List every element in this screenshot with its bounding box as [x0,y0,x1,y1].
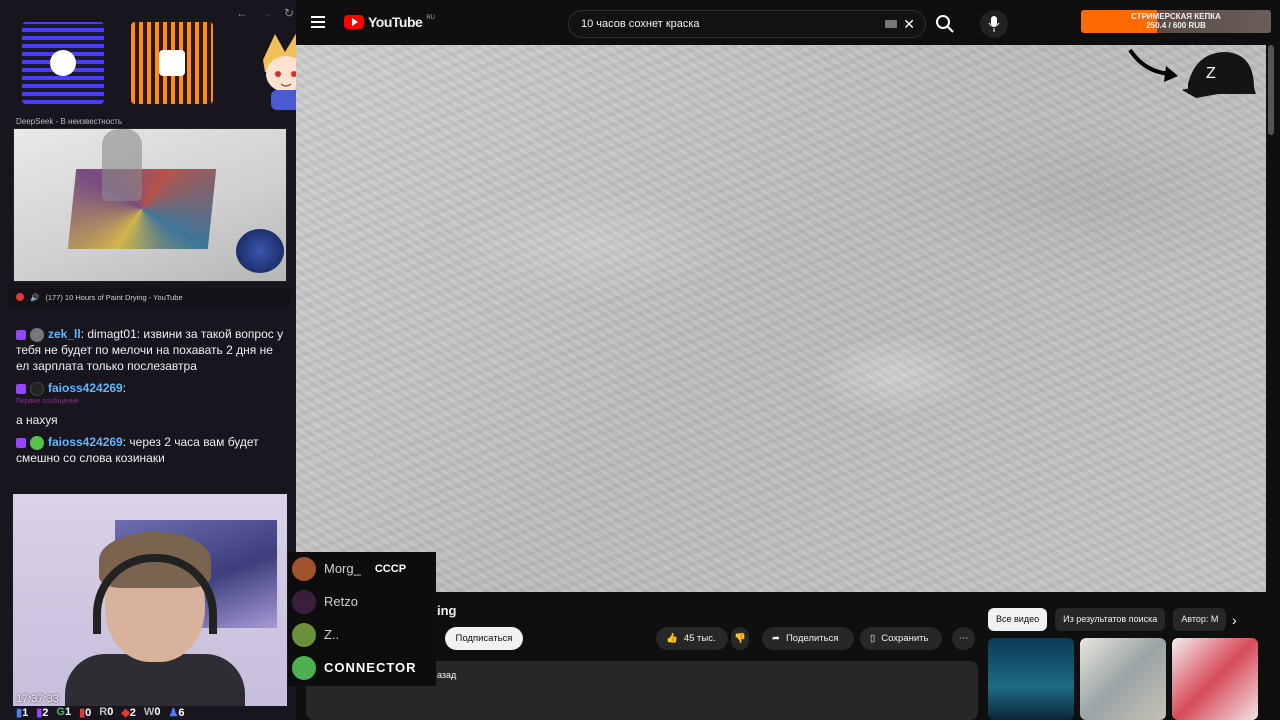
stat-item: G1 [56,706,72,718]
viewer-name: Z.. [324,627,340,642]
sub-badge-icon [16,329,26,340]
search-icon[interactable] [934,13,956,35]
viewer-item: Z.. [288,618,436,651]
stat-item: ◆2 [121,707,136,719]
stat-item: ▮0 [79,707,92,719]
thumbs-down-icon: 👎 [734,633,746,644]
region-code: RU [426,15,435,21]
recommended-videos [988,638,1258,720]
donation-goal-title: СТРИМЕРСКАЯ КЕПКА [1131,12,1221,21]
youtube-header: YouTube RU 10 часов сохнет краска ✕ СТРИ… [296,0,1280,46]
back-arrow-icon[interactable]: ← [236,6,248,20]
carpet-video-feed [13,128,287,282]
recommendation-filter-chips: Все видео Из результатов поиска Автор: M [988,608,1227,631]
viewer-name: Retzo [324,594,358,609]
sub-badge-icon [16,437,26,448]
menu-icon[interactable] [311,16,325,28]
donation-goal-amount: 250.4 / 600 RUB [1146,21,1206,30]
description-text: азад [437,670,457,680]
video-thumbnail[interactable] [1172,638,1258,720]
like-button[interactable]: 👍 45 тыс. [656,627,728,650]
youtube-icon [16,293,24,301]
viewer-tag: CCCP [374,562,407,575]
microphone-icon[interactable] [980,10,1008,38]
cap-overlay-icon: Z [1128,48,1256,98]
youtube-play-icon [344,15,364,29]
logo-text: YouTube [368,14,423,30]
forward-arrow-icon[interactable]: → [260,6,272,20]
browser-nav: ← → ↻ [236,6,294,20]
stat-item: W0 [143,706,161,718]
video-player[interactable] [296,45,1266,592]
chat-message: zek_ll: dimagt01: извини за такой вопрос… [16,327,284,373]
first-message-label: Первое сообщение [16,398,79,405]
viewer-name: Morg_ [324,561,361,576]
search-query: 10 часов сохнет краска [581,18,700,30]
like-count: 45 тыс. [683,633,716,644]
video-thumbnail[interactable] [1080,638,1166,720]
stat-item: ▮2 [36,707,49,719]
avatar [292,622,316,647]
dislike-button[interactable]: 👎 [731,627,749,650]
stat-item: ▮1 [16,707,29,719]
viewer-name: CONNECTOR [324,660,417,675]
avatar [292,655,316,680]
more-dots-icon: ⋯ [958,633,969,644]
video-title: ing [437,603,457,618]
page-scrollbar[interactable] [1268,45,1274,135]
thumbs-up-icon: 👍 [666,633,678,644]
now-playing-label: DeepSeek - В неизвестность [16,117,123,126]
chip-all-videos[interactable]: Все видео [988,608,1048,631]
sub-badge-icon [16,383,26,394]
platform-viewer-stats: ▮1 ▮2 G1 ▮0 R0 ◆2 W0 ♟6 [16,706,184,719]
share-button[interactable]: ➦ Поделиться [762,627,854,650]
subscribe-button[interactable]: Подписаться [445,627,523,650]
avatar [30,327,44,342]
share-label: Поделиться [785,633,839,644]
chip-by-author[interactable]: Автор: M [1173,608,1227,631]
viewer-item: CONNECTOR [288,651,436,684]
chevron-right-icon[interactable]: › [1232,612,1237,628]
streamer-webcam [13,494,287,706]
chat-username[interactable]: zek_ll [48,327,81,341]
share-icon: ➦ [772,633,780,644]
save-label: Сохранить [881,633,929,644]
save-button[interactable]: ▯ Сохранить [860,627,942,650]
stat-item: ♟6 [168,707,185,719]
avatar [30,435,44,450]
stream-clock: 17:37:33 [16,693,59,705]
speaker-icon: 🔊 [30,292,40,302]
stat-item: R0 [99,706,114,718]
keyboard-icon[interactable] [885,20,897,28]
qr-code-boosty [22,22,104,104]
reload-icon[interactable]: ↻ [284,6,294,20]
search-input[interactable]: 10 часов сохнет краска ✕ [568,10,926,38]
video-thumbnail[interactable] [988,638,1074,720]
avatar [292,556,316,581]
more-actions-button[interactable]: ⋯ [952,627,975,650]
avatar [292,589,316,614]
chat-log: zek_ll: dimagt01: извини за такой вопрос… [16,326,286,472]
viewer-list: Morg_ CCCP Retzo Z.. CONNECTOR [288,552,436,686]
chat-message: faioss424269: Первое сообщение а нахуя [16,380,286,428]
chat-username[interactable]: faioss424269 [48,381,123,395]
screen: DeepSeek - В неизвестность 🔊 (177) 10 Ho… [0,0,1280,720]
youtube-logo[interactable]: YouTube RU [344,14,435,30]
donation-goal-bar: СТРИМЕРСКАЯ КЕПКА 250.4 / 600 RUB [1081,10,1271,33]
media-tab-label: 🔊 (177) 10 Hours of Paint Drying - YouTu… [8,288,290,306]
chat-username[interactable]: faioss424269 [48,435,123,449]
chat-text: а нахуя [16,413,58,427]
clear-search-icon[interactable]: ✕ [903,16,915,33]
chat-message: faioss424269: через 2 часа вам будет сме… [16,435,259,465]
viewer-item: Morg_ CCCP [288,552,436,585]
bookmark-icon: ▯ [870,633,876,644]
qr-code-donationalerts [131,22,213,104]
stream-overlay: DeepSeek - В неизвестность 🔊 (177) 10 Ho… [0,0,313,720]
chip-from-search[interactable]: Из результатов поиска [1055,608,1166,631]
viewer-item: Retzo [288,585,436,618]
svg-text:Z: Z [1206,65,1216,82]
